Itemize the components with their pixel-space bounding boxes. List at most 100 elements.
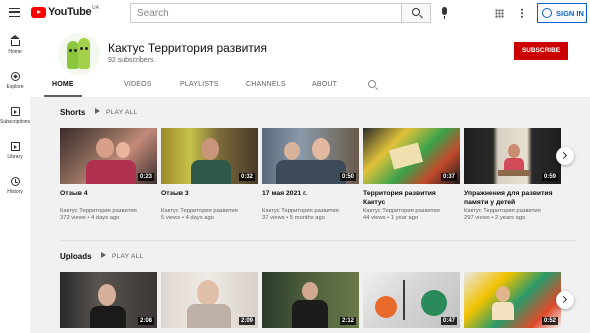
table-object [498, 170, 530, 176]
video-thumbnail[interactable]: 0:47 [363, 272, 460, 328]
sign-in-button[interactable]: SIGN IN [537, 3, 587, 23]
toy-object [388, 142, 424, 170]
top-bar: YouTube UA Search SIGN IN [0, 0, 590, 27]
search-button[interactable] [401, 3, 431, 23]
play-all-label: PLAY ALL [112, 253, 144, 260]
shorts-next-arrow-button[interactable] [556, 147, 574, 165]
play-all-label: PLAY ALL [106, 109, 138, 116]
duration-badge: 0:37 [440, 173, 457, 181]
person-face [96, 138, 114, 158]
sidebar-item-library[interactable]: Library [0, 142, 30, 160]
video-channel[interactable]: Кактус Территория развития [464, 208, 561, 214]
swing-rope [403, 280, 405, 320]
video-card[interactable]: 2:12 [262, 272, 359, 328]
person-body [86, 160, 136, 184]
person-face [116, 142, 130, 158]
person-body [90, 306, 126, 328]
microphone-icon[interactable] [442, 7, 447, 19]
tab-about[interactable]: ABOUT [312, 79, 337, 97]
video-channel[interactable]: Кактус Территория развития [363, 208, 460, 214]
video-title[interactable]: Территория развития Кактус [363, 189, 460, 207]
person-body [276, 160, 346, 184]
sidebar-item-history[interactable]: History [0, 177, 30, 195]
video-meta: 44 views • 1 year ago [363, 215, 419, 221]
shorts-shelf-title[interactable]: Shorts [60, 108, 85, 117]
tab-playlists[interactable]: PLAYLISTS [180, 79, 219, 97]
sidebar-item-explore[interactable]: Explore [0, 72, 30, 90]
uploads-next-arrow-button[interactable] [556, 291, 574, 309]
tab-videos[interactable]: VIDEOS [124, 79, 152, 97]
shelf-divider [60, 240, 576, 241]
search-icon [412, 8, 420, 16]
search-input[interactable]: Search [130, 3, 402, 23]
video-card[interactable]: 0:59 Упражнения для развития памяти у де… [464, 128, 561, 221]
video-thumbnail[interactable]: 0:37 [363, 128, 460, 184]
apps-grid-icon[interactable] [495, 9, 504, 18]
person-face [508, 144, 520, 158]
video-thumbnail[interactable]: 2:12 [262, 272, 359, 328]
video-thumbnail[interactable]: 0:50 [262, 128, 359, 184]
video-channel[interactable]: Кактус Территория развития [60, 208, 157, 214]
video-thumbnail[interactable]: 0:23 [60, 128, 157, 184]
video-card[interactable]: 0:37 Территория развития Кактус Кактус Т… [363, 128, 460, 221]
video-card[interactable]: 0:47 [363, 272, 460, 328]
video-meta: 37 views • 5 months ago [262, 215, 325, 221]
video-channel[interactable]: Кактус Территория развития [262, 208, 359, 214]
tab-home[interactable]: HOME [44, 79, 82, 97]
uploads-play-all-button[interactable]: PLAY ALL [101, 252, 144, 260]
duration-badge: 0:47 [440, 317, 457, 325]
person-face [197, 280, 219, 306]
duration-badge: 2:09 [238, 317, 255, 325]
video-thumbnail[interactable]: 2:08 [60, 272, 157, 328]
person-face [312, 138, 330, 160]
video-card[interactable]: 0:50 17 мая 2021 г. Кактус Территория ра… [262, 128, 359, 221]
youtube-play-icon [31, 6, 46, 18]
more-options-icon[interactable] [521, 8, 523, 18]
logo-text: YouTube [48, 6, 92, 18]
channel-search-icon[interactable] [368, 80, 376, 88]
sign-in-label: SIGN IN [556, 8, 584, 18]
youtube-logo[interactable]: YouTube UA [31, 5, 99, 18]
subscriber-count: 92 subscribers [108, 57, 154, 64]
person-body [191, 160, 231, 184]
menu-icon[interactable] [9, 8, 20, 17]
sidebar-item-label: Home [8, 49, 22, 55]
channel-avatar[interactable] [58, 33, 100, 75]
video-card[interactable]: 0:23 Отзыв 4 Кактус Территория развития … [60, 128, 157, 221]
video-thumbnail[interactable]: 0:59 [464, 128, 561, 184]
sidebar-item-label: Library [7, 154, 23, 160]
sidebar-item-home[interactable]: Home [0, 35, 30, 55]
video-card[interactable]: 0:52 [464, 272, 561, 328]
video-thumbnail[interactable]: 0:52 [464, 272, 561, 328]
tab-channels[interactable]: CHANNELS [246, 79, 286, 97]
cactus-eye [69, 49, 72, 52]
subscribe-button[interactable]: SUBSCRIBE [514, 42, 568, 60]
video-card[interactable]: 0:32 Отзыв 3 Кактус Территория развития … [161, 128, 258, 221]
library-icon [10, 142, 20, 151]
video-card[interactable]: 2:08 [60, 272, 157, 328]
history-icon [10, 177, 20, 186]
sidebar-item-subscriptions[interactable]: Subscriptions [0, 107, 30, 125]
cactus-eye [74, 49, 77, 52]
duration-badge: 0:50 [339, 173, 356, 181]
person-face [284, 142, 300, 160]
video-thumbnail[interactable]: 0:32 [161, 128, 258, 184]
uploads-shelf-title[interactable]: Uploads [60, 252, 92, 261]
sidebar-item-label: Subscriptions [0, 119, 31, 125]
video-thumbnail[interactable]: 2:09 [161, 272, 258, 328]
video-title[interactable]: Упражнения для развития памяти у детей [464, 189, 561, 207]
duration-badge: 2:08 [137, 317, 154, 325]
video-title[interactable]: 17 мая 2021 г. [262, 189, 359, 207]
cactus-eye [80, 47, 83, 50]
sidebar-item-label: Explore [6, 84, 24, 90]
person-body [187, 304, 231, 328]
video-channel[interactable]: Кактус Территория развития [161, 208, 258, 214]
account-icon [542, 8, 552, 18]
video-card[interactable]: 2:09 [161, 272, 258, 328]
shorts-play-all-button[interactable]: PLAY ALL [95, 108, 138, 116]
sidebar: Home Explore Subscriptions Library Histo… [0, 27, 30, 333]
video-title[interactable]: Отзыв 3 [161, 189, 258, 207]
duration-badge: 0:59 [541, 173, 558, 181]
exercise-ball [375, 296, 397, 318]
video-title[interactable]: Отзыв 4 [60, 189, 157, 207]
